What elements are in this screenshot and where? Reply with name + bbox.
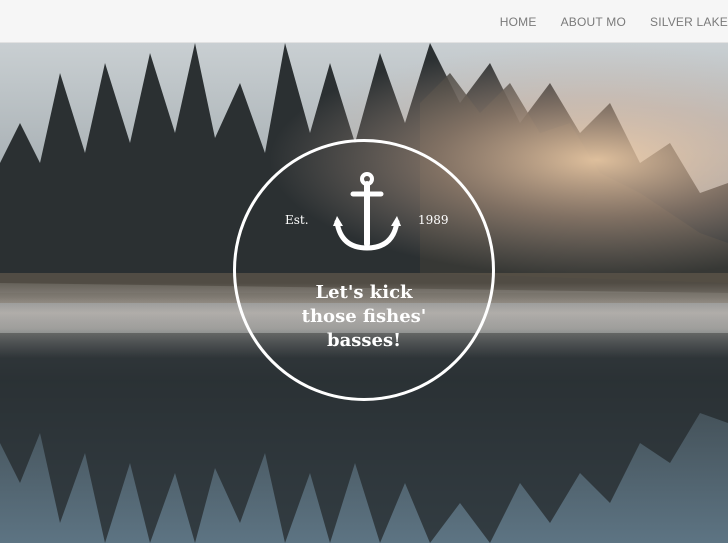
tagline-line-1: Let's kick [315,282,413,303]
established-label: Est. [285,213,309,227]
tagline-line-3: basses! [326,330,401,351]
nav-link-home[interactable]: HOME [500,15,537,29]
nav-link-silver-lake[interactable]: SILVER LAKE [650,15,728,29]
nav-link-about-mo[interactable]: ABOUT MO [561,15,626,29]
brand-badge-circle: Est. 1989 Let's kick those fishes' basse… [233,139,495,401]
established-year: 1989 [418,213,449,227]
anchor-icon [333,172,401,251]
hero-tagline: Let's kick those fishes' basses! [266,281,462,353]
tagline-line-2: those fishes' [301,306,427,327]
main-nav: HOME ABOUT MO SILVER LAKE [500,0,728,43]
hero-section: Est. 1989 Let's kick those fishes' basse… [0,43,728,543]
top-navbar: HOME ABOUT MO SILVER LAKE [0,0,728,43]
